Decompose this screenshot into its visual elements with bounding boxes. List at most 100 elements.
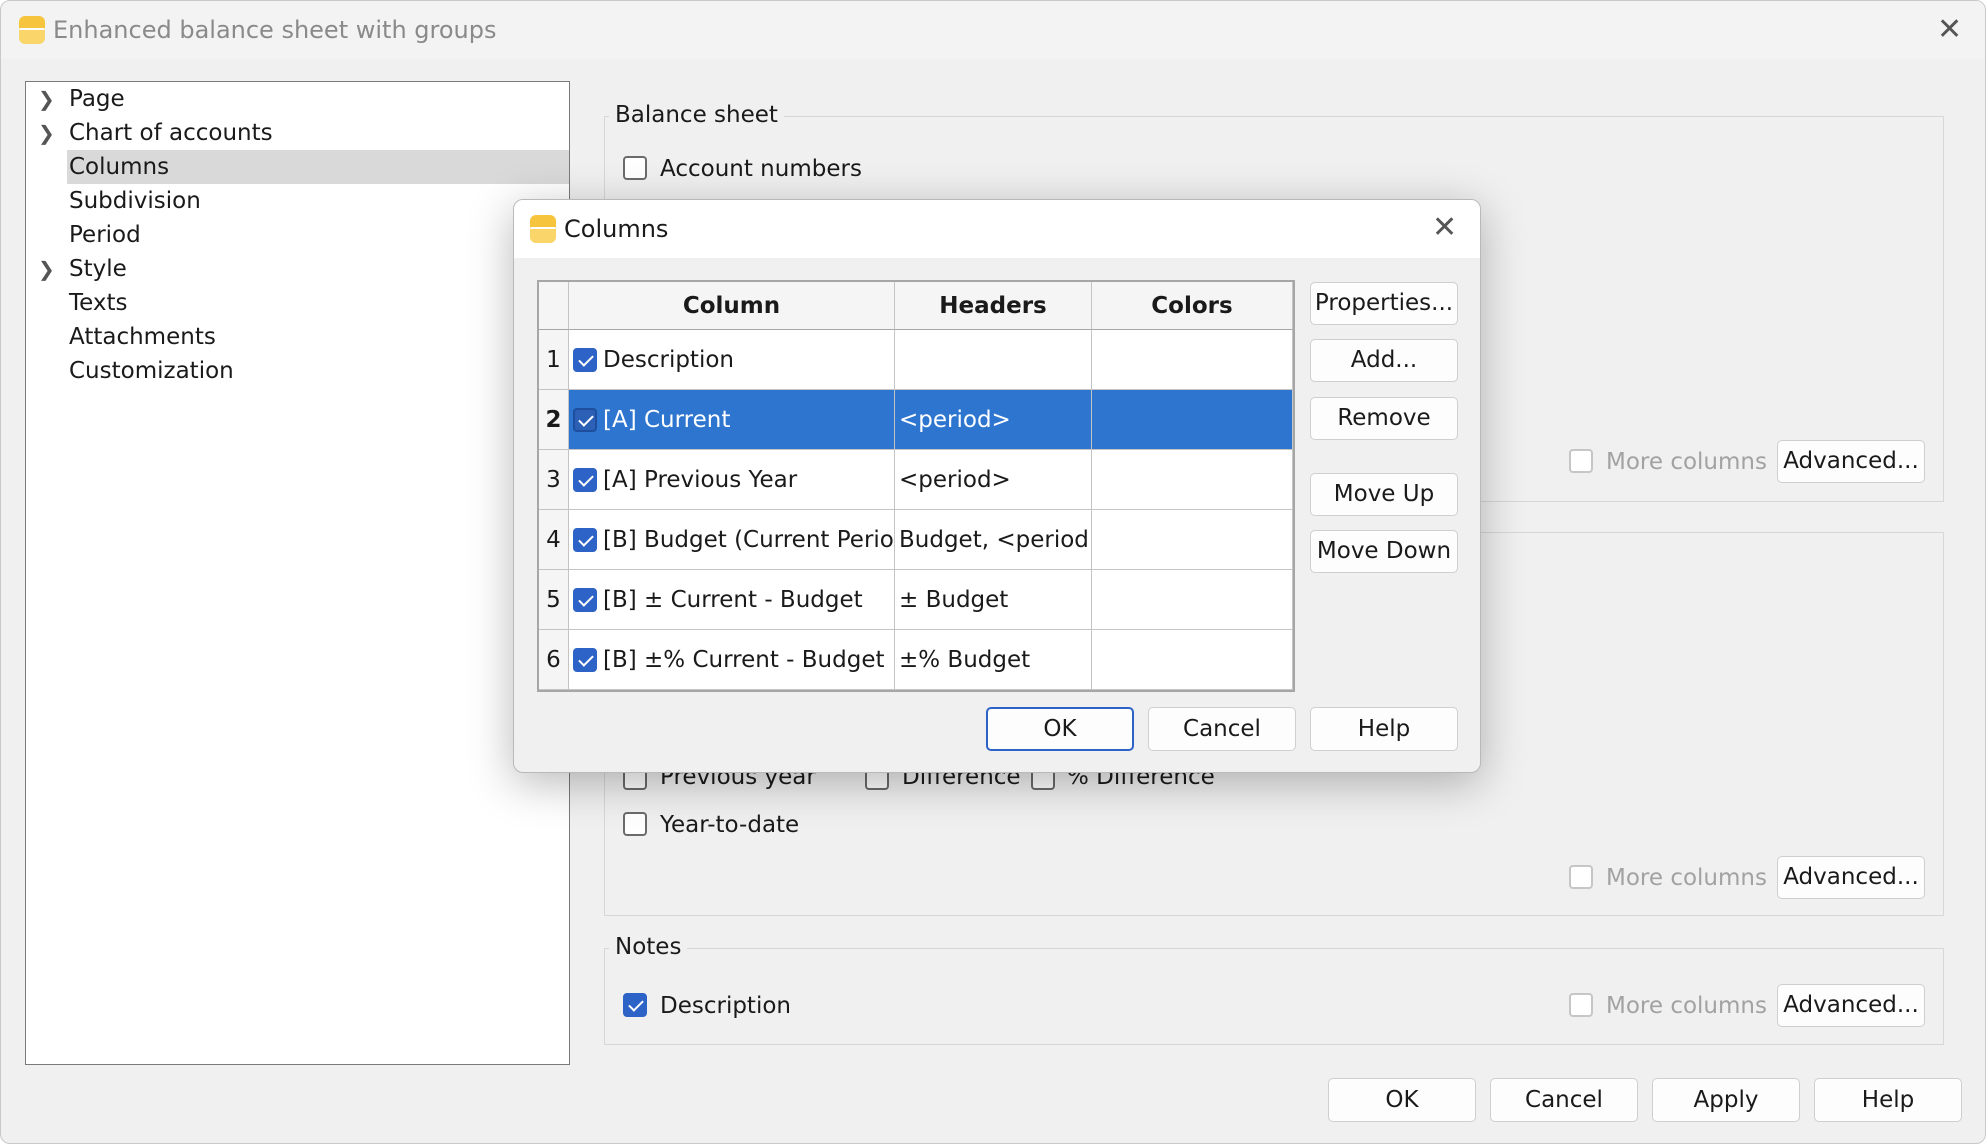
notes-description-label: Description [660, 993, 791, 1019]
column-visible-checkbox[interactable] [573, 408, 597, 432]
year-to-date-checkbox[interactable] [623, 812, 647, 836]
column-name: [B] ± Current - Budget [603, 587, 863, 613]
header-text: <period> [899, 407, 1011, 433]
header-text: <period> [899, 467, 1011, 493]
more-columns-checkbox[interactable] [1569, 865, 1593, 889]
dialog-ok-button[interactable]: OK [986, 707, 1134, 751]
close-icon[interactable]: ✕ [1432, 213, 1457, 243]
header-cell[interactable]: ± Budget [895, 570, 1092, 630]
chevron-right-icon[interactable]: ❯ [38, 116, 55, 150]
column-visible-checkbox[interactable] [573, 648, 597, 672]
column-name: [B] Budget (Current Period) [603, 527, 895, 553]
row-number: 6 [539, 630, 569, 690]
header-cell[interactable]: <period> [895, 450, 1092, 510]
table-row-selected[interactable]: [A] Current [569, 390, 895, 450]
tree-item-label: Subdivision [69, 188, 201, 214]
advanced-button[interactable]: Advanced... [1777, 440, 1925, 483]
cancel-button[interactable]: Cancel [1490, 1078, 1638, 1122]
tree-item-page[interactable]: ❯ Page [26, 82, 569, 116]
chevron-right-icon[interactable]: ❯ [38, 82, 55, 116]
colors-cell[interactable] [1092, 450, 1293, 510]
balance-sheet-title: Balance sheet [609, 102, 784, 128]
column-name: [B] ±% Current - Budget [603, 647, 885, 673]
table-row[interactable]: [A] Previous Year [569, 450, 895, 510]
table-row[interactable]: Description [569, 330, 895, 390]
title-bar: Enhanced balance sheet with groups ✕ [1, 1, 1985, 59]
move-up-button[interactable]: Move Up [1310, 473, 1458, 516]
more-columns-checkbox[interactable] [1569, 993, 1593, 1017]
colors-cell[interactable] [1092, 570, 1293, 630]
row-number: 2 [539, 390, 569, 450]
more-columns-label: More columns [1606, 865, 1767, 891]
header-text: ± Budget [899, 587, 1009, 613]
table-row[interactable]: [B] ± Current - Budget [569, 570, 895, 630]
tree-item-customization[interactable]: Customization [26, 354, 569, 388]
colors-cell[interactable] [1092, 330, 1293, 390]
column-visible-checkbox[interactable] [573, 348, 597, 372]
notes-description-checkbox[interactable] [623, 993, 647, 1017]
dialog-cancel-button[interactable]: Cancel [1148, 707, 1296, 751]
row-number: 5 [539, 570, 569, 630]
app-logo-icon [19, 16, 45, 44]
header-cell[interactable]: Budget, <period> [895, 510, 1092, 570]
advanced-button[interactable]: Advanced... [1777, 856, 1925, 899]
more-columns-checkbox[interactable] [1569, 449, 1593, 473]
move-down-button[interactable]: Move Down [1310, 530, 1458, 573]
columns-grid: Column Headers Colors 1 Description 2 [A… [537, 280, 1295, 692]
colors-cell[interactable] [1092, 630, 1293, 690]
year-to-date-label: Year-to-date [660, 812, 800, 838]
column-header-colors[interactable]: Colors [1092, 282, 1293, 330]
dialog-title: Columns [564, 215, 669, 243]
close-icon[interactable]: ✕ [1937, 15, 1962, 45]
advanced-button[interactable]: Advanced... [1777, 984, 1925, 1027]
chevron-right-icon[interactable]: ❯ [38, 252, 55, 286]
row-number: 3 [539, 450, 569, 510]
tree-item-label: Style [69, 256, 127, 282]
properties-button[interactable]: Properties... [1310, 282, 1458, 325]
column-visible-checkbox[interactable] [573, 588, 597, 612]
apply-button[interactable]: Apply [1652, 1078, 1800, 1122]
add-button[interactable]: Add... [1310, 339, 1458, 382]
tree-item-label: Chart of accounts [69, 120, 273, 146]
settings-tree: ❯ Page ❯ Chart of accounts Columns Subdi… [25, 81, 570, 1065]
notes-title: Notes [609, 934, 688, 960]
column-visible-checkbox[interactable] [573, 468, 597, 492]
remove-button[interactable]: Remove [1310, 397, 1458, 440]
tree-item-label: Columns [69, 154, 170, 180]
header-cell[interactable] [895, 330, 1092, 390]
tree-item-period[interactable]: Period [26, 218, 569, 252]
tree-item-chart-of-accounts[interactable]: ❯ Chart of accounts [26, 116, 569, 150]
columns-dialog: Columns ✕ Column Headers Colors 1 Descri… [513, 199, 1481, 773]
column-name: [A] Previous Year [603, 467, 798, 493]
window-title: Enhanced balance sheet with groups [53, 16, 497, 44]
table-row[interactable]: [B] Budget (Current Period) [569, 510, 895, 570]
table-row[interactable]: [B] ±% Current - Budget [569, 630, 895, 690]
account-numbers-checkbox[interactable] [623, 156, 647, 180]
header-cell[interactable]: ±% Budget [895, 630, 1092, 690]
tree-item-label: Texts [69, 290, 128, 316]
account-numbers-label: Account numbers [660, 156, 862, 182]
tree-item-style[interactable]: ❯ Style [26, 252, 569, 286]
header-text: Budget, <period> [899, 527, 1092, 553]
more-columns-label: More columns [1606, 449, 1767, 475]
dialog-title-bar: Columns ✕ [514, 200, 1480, 258]
column-visible-checkbox[interactable] [573, 528, 597, 552]
tree-item-label: Period [69, 222, 141, 248]
header-cell[interactable]: <period> [895, 390, 1092, 450]
tree-item-attachments[interactable]: Attachments [26, 320, 569, 354]
dialog-help-button[interactable]: Help [1310, 707, 1458, 751]
tree-item-texts[interactable]: Texts [26, 286, 569, 320]
column-header-headers[interactable]: Headers [895, 282, 1092, 330]
colors-cell[interactable] [1092, 510, 1293, 570]
colors-cell[interactable] [1092, 390, 1293, 450]
tree-item-subdivision[interactable]: Subdivision [26, 184, 569, 218]
tree-item-label: Page [69, 86, 125, 112]
ok-button[interactable]: OK [1328, 1078, 1476, 1122]
help-button[interactable]: Help [1814, 1078, 1962, 1122]
row-number: 4 [539, 510, 569, 570]
tree-item-label: Customization [69, 358, 234, 384]
column-header-column[interactable]: Column [569, 282, 895, 330]
more-columns-label: More columns [1606, 993, 1767, 1019]
row-number: 1 [539, 330, 569, 390]
tree-item-columns[interactable]: Columns [26, 150, 569, 184]
